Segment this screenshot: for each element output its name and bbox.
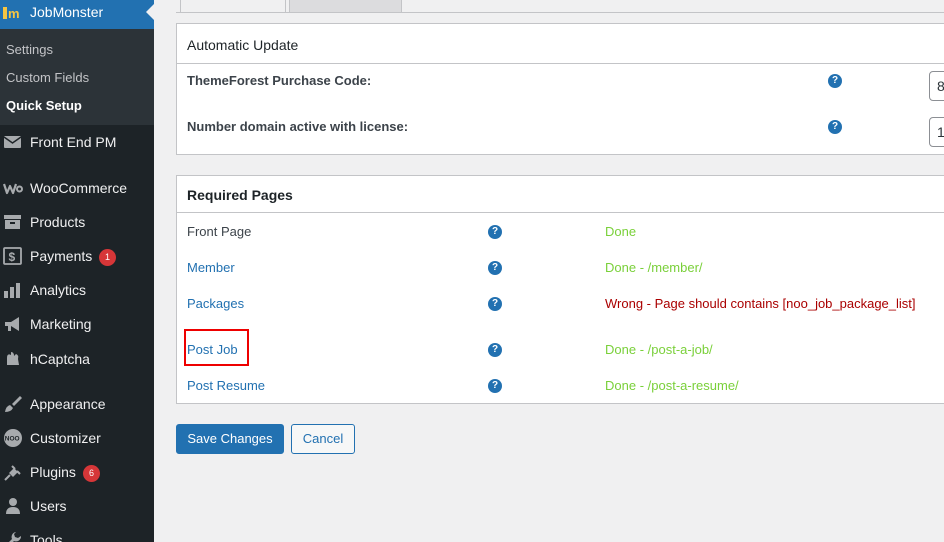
sidebar-item-analytics[interactable]: Analytics <box>0 275 154 305</box>
jobmonster-submenu: Settings Custom Fields Quick Setup <box>0 29 154 125</box>
sidebar-item-label: Payments <box>30 248 93 264</box>
sidebar-item-plugins[interactable]: Plugins 6 <box>0 457 154 487</box>
help-icon[interactable]: ? <box>488 297 502 311</box>
submenu-custom-fields[interactable]: Custom Fields <box>6 70 89 85</box>
envelope-icon <box>3 136 22 148</box>
sidebar-item-label: Products <box>30 214 86 230</box>
required-pages-header: Required Pages <box>177 176 944 213</box>
page-status-error: Wrong - Page should contains [noo_job_pa… <box>605 296 916 311</box>
domain-count-help-icon[interactable]: ? <box>828 120 842 134</box>
required-pages-panel: Required Pages Front Page ? Done Member … <box>176 175 944 404</box>
jobmonster-title: JobMonster <box>30 4 104 20</box>
sidebar-item-label: Customizer <box>30 430 101 446</box>
svg-text:m: m <box>8 6 20 20</box>
megaphone-icon <box>5 317 19 331</box>
page-name-front-page: Front Page <box>187 224 252 239</box>
sidebar-item-front-end-pm[interactable]: Front End PM <box>0 127 154 157</box>
sidebar-item-label: Appearance <box>30 396 106 412</box>
sidebar-item-hcaptcha[interactable]: hCaptcha <box>0 344 154 374</box>
sidebar-item-users[interactable]: Users <box>0 491 154 521</box>
help-icon[interactable]: ? <box>488 379 502 393</box>
domain-count-input[interactable]: 1 <box>929 117 944 147</box>
purchase-code-input[interactable]: 8 <box>929 71 944 101</box>
page-link-packages[interactable]: Packages <box>187 296 244 311</box>
help-icon[interactable]: ? <box>488 343 502 357</box>
bar-chart-icon <box>4 283 20 298</box>
sidebar-item-label: Plugins <box>30 464 76 480</box>
automatic-update-title: Automatic Update <box>187 37 299 53</box>
sidebar-item-woocommerce[interactable]: WooCommerce <box>0 173 154 203</box>
page-status: Done - /member/ <box>605 260 703 275</box>
sidebar-item-tools[interactable]: Tools <box>0 525 154 542</box>
sidebar-item-appearance[interactable]: Appearance <box>0 389 154 419</box>
sidebar-item-products[interactable]: Products <box>0 207 154 237</box>
current-menu-pointer <box>146 4 154 20</box>
save-changes-button[interactable]: Save Changes <box>176 424 284 454</box>
help-icon[interactable]: ? <box>488 225 502 239</box>
purchase-code-help-icon[interactable]: ? <box>828 74 842 88</box>
page-status: Done - /post-a-job/ <box>605 342 713 357</box>
page-link-member[interactable]: Member <box>187 260 235 275</box>
sidebar-item-label: Front End PM <box>30 134 117 150</box>
page-status: Done - /post-a-resume/ <box>605 378 739 393</box>
svg-text:NOO: NOO <box>5 436 20 443</box>
plug-icon <box>4 465 21 481</box>
sidebar-item-label: Tools <box>30 532 63 542</box>
archive-icon <box>4 215 21 229</box>
page-link-post-resume[interactable]: Post Resume <box>187 378 265 393</box>
sidebar-item-label: Users <box>30 498 67 514</box>
help-icon[interactable]: ? <box>488 261 502 275</box>
jobmonster-menu-item[interactable]: m JobMonster <box>0 0 154 29</box>
sidebar-item-label: Analytics <box>30 282 87 298</box>
hcaptcha-icon <box>7 352 19 365</box>
sidebar-item-payments[interactable]: $ Payments 1 <box>0 241 154 271</box>
payments-badge: 1 <box>99 249 116 266</box>
admin-sidebar: m JobMonster Settings Custom Fields Quic… <box>0 0 154 542</box>
domain-count-label: Number domain active with license: <box>187 119 409 134</box>
required-pages-title: Required Pages <box>187 187 293 203</box>
user-icon <box>6 498 20 514</box>
automatic-update-panel: Automatic Update ThemeForest Purchase Co… <box>176 23 944 155</box>
noo-icon: NOO <box>4 429 22 447</box>
sidebar-item-label: WooCommerce <box>30 180 127 196</box>
woocommerce-icon <box>3 183 23 195</box>
dollar-icon: $ <box>3 247 22 265</box>
tab-divider <box>176 12 944 13</box>
sidebar-item-marketing[interactable]: Marketing <box>0 309 154 339</box>
svg-text:$: $ <box>9 250 16 264</box>
submenu-settings[interactable]: Settings <box>6 42 53 57</box>
cancel-button[interactable]: Cancel <box>291 424 355 454</box>
submenu-quick-setup[interactable]: Quick Setup <box>6 98 82 113</box>
plugins-badge: 6 <box>83 465 100 482</box>
automatic-update-header: Automatic Update <box>177 24 944 64</box>
purchase-code-label: ThemeForest Purchase Code: <box>187 73 372 88</box>
post-job-highlight-box <box>184 329 249 366</box>
sidebar-item-customizer[interactable]: NOO Customizer <box>0 423 154 453</box>
jobmonster-logo-icon: m <box>3 6 20 20</box>
wrench-icon <box>9 532 22 542</box>
sidebar-item-label: hCaptcha <box>30 351 90 367</box>
sidebar-item-label: Marketing <box>30 316 92 332</box>
paintbrush-icon <box>5 396 22 412</box>
page-status: Done <box>605 224 637 239</box>
